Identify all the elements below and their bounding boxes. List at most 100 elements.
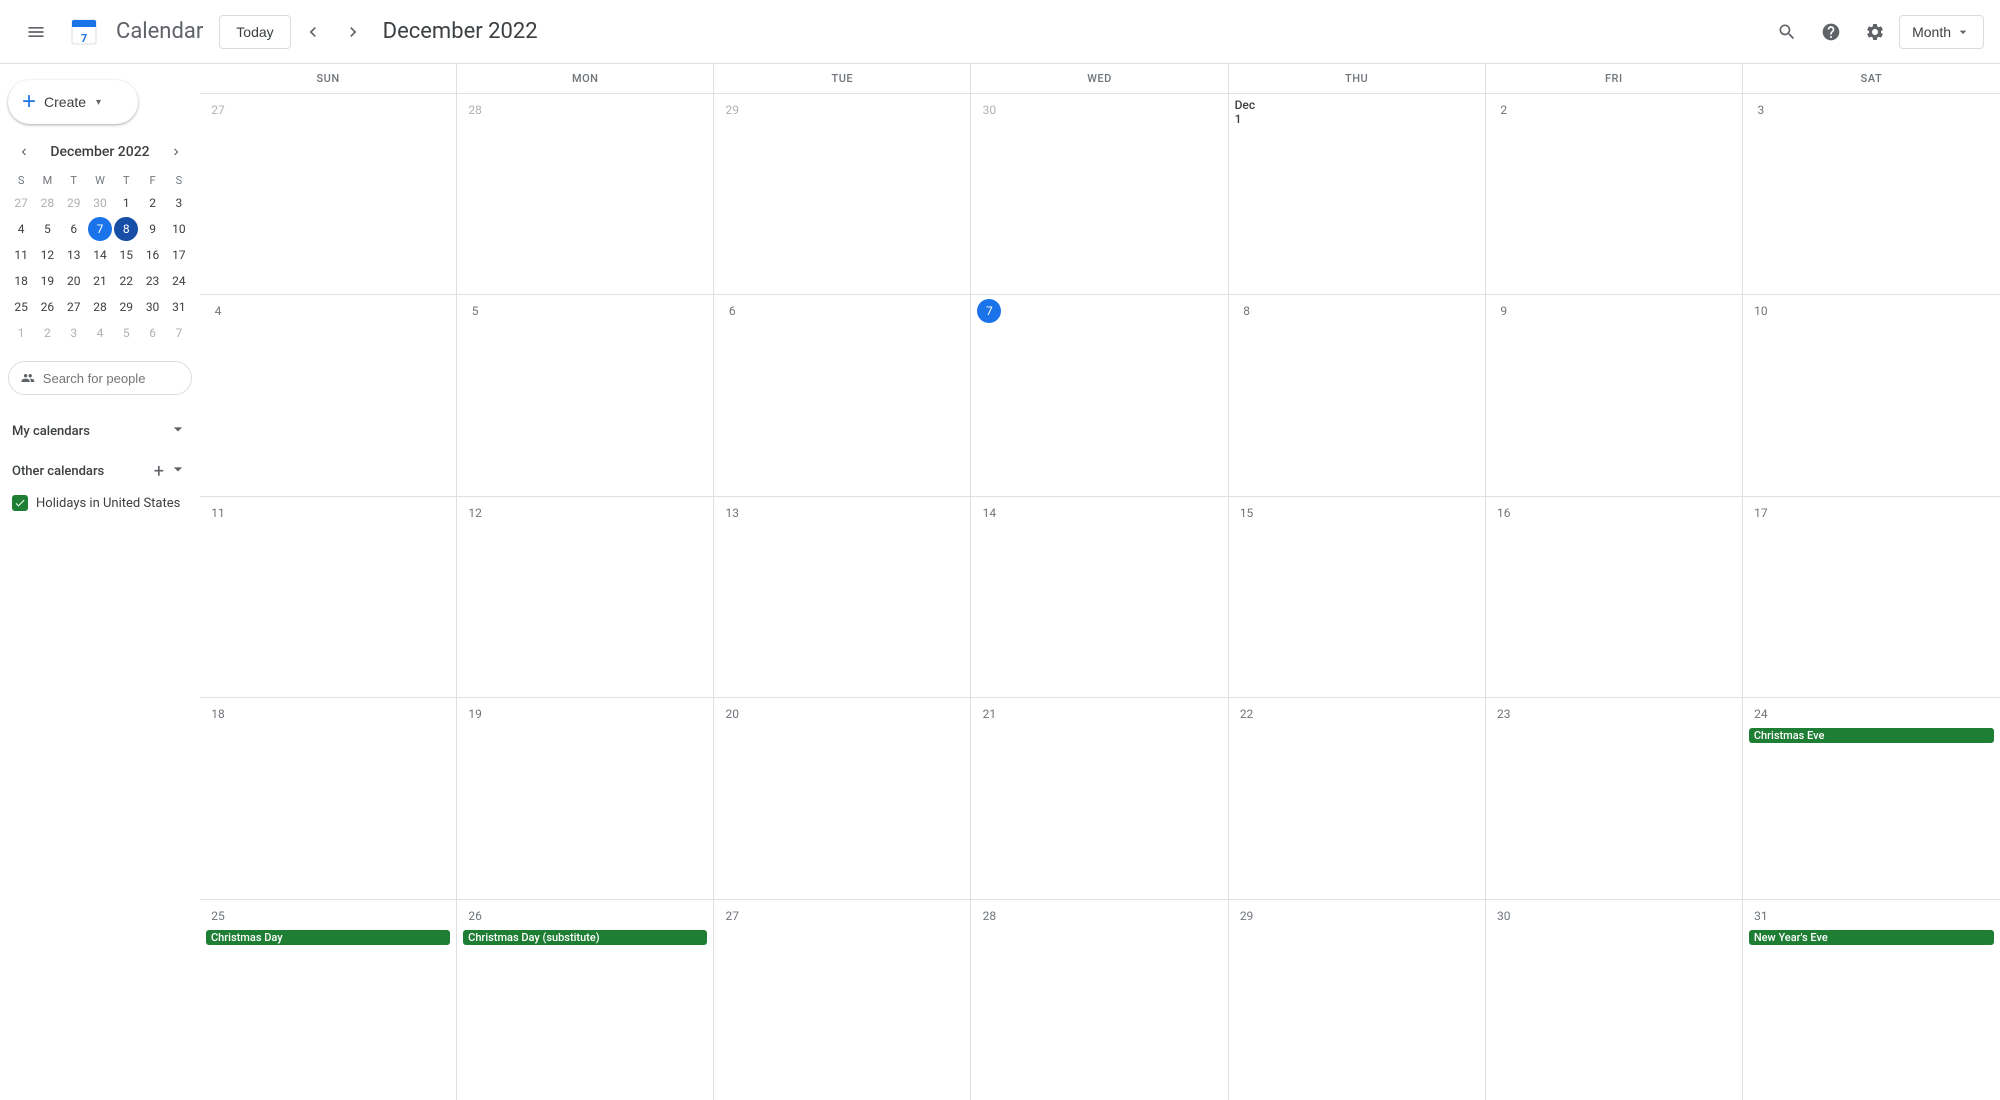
cal-day-11[interactable]: 11 — [200, 497, 457, 697]
cal-day-nov27[interactable]: 27 — [200, 94, 457, 294]
cal-day-6[interactable]: 6 — [714, 295, 971, 495]
cal-day-13[interactable]: 13 — [714, 497, 971, 697]
cal-day-12[interactable]: 12 — [457, 497, 714, 697]
cal-day-15[interactable]: 15 — [1229, 497, 1486, 697]
mini-cal-day[interactable]: 20 — [62, 269, 86, 293]
add-other-calendar-icon[interactable]: + — [154, 461, 164, 482]
mini-cal-day[interactable]: 5 — [35, 217, 59, 241]
mini-cal-day[interactable]: 28 — [88, 295, 112, 319]
mini-cal-day[interactable]: 27 — [9, 191, 33, 215]
mini-cal-day[interactable]: 9 — [141, 217, 165, 241]
cal-day-16[interactable]: 16 — [1486, 497, 1743, 697]
topbar-left: 7 Calendar — [16, 12, 203, 52]
cal-day-25[interactable]: 25 Christmas Day — [200, 900, 457, 1100]
mini-cal-day[interactable]: 25 — [9, 295, 33, 319]
mini-cal-day[interactable]: 1 — [9, 321, 33, 345]
cal-day-nov28[interactable]: 28 — [457, 94, 714, 294]
mini-cal-day[interactable]: 30 — [88, 191, 112, 215]
cal-day-7-today[interactable]: 7 — [971, 295, 1228, 495]
my-calendars-section[interactable]: My calendars — [8, 411, 192, 451]
mini-cal-day[interactable]: 30 — [141, 295, 165, 319]
people-search-input[interactable] — [43, 371, 179, 386]
cal-day-22[interactable]: 22 — [1229, 698, 1486, 898]
cal-day-30[interactable]: 30 — [1486, 900, 1743, 1100]
next-month-button[interactable] — [335, 14, 371, 50]
cal-day-5[interactable]: 5 — [457, 295, 714, 495]
mini-cal-day[interactable]: 5 — [114, 321, 138, 345]
cal-day-28[interactable]: 28 — [971, 900, 1228, 1100]
cal-day-4[interactable]: 4 — [200, 295, 457, 495]
cal-day-23[interactable]: 23 — [1486, 698, 1743, 898]
mini-cal-day[interactable]: 1 — [114, 191, 138, 215]
mini-cal-day[interactable]: 24 — [167, 269, 191, 293]
view-mode-dropdown[interactable]: Month — [1899, 15, 1984, 49]
christmas-day-event[interactable]: Christmas Day — [206, 930, 450, 945]
mini-cal-day[interactable]: 2 — [141, 191, 165, 215]
people-search[interactable] — [8, 361, 192, 395]
help-button[interactable] — [1811, 12, 1851, 52]
mini-cal-day[interactable]: 3 — [167, 191, 191, 215]
mini-cal-day[interactable]: 17 — [167, 243, 191, 267]
today-button[interactable]: Today — [219, 15, 290, 49]
mini-cal-day[interactable]: 2 — [35, 321, 59, 345]
cal-day-dec3[interactable]: 3 — [1743, 94, 2000, 294]
mini-cal-day[interactable]: 6 — [62, 217, 86, 241]
menu-button[interactable] — [16, 12, 56, 52]
cal-day-nov30[interactable]: 30 — [971, 94, 1228, 294]
cal-day-26[interactable]: 26 Christmas Day (substitute) — [457, 900, 714, 1100]
settings-button[interactable] — [1855, 12, 1895, 52]
mini-cal-day[interactable]: 13 — [62, 243, 86, 267]
mini-cal-day[interactable]: 18 — [9, 269, 33, 293]
christmas-eve-event[interactable]: Christmas Eve — [1749, 728, 1994, 743]
mini-cal-day[interactable]: 4 — [88, 321, 112, 345]
mini-cal-day[interactable]: 27 — [62, 295, 86, 319]
mini-cal-day[interactable]: 14 — [88, 243, 112, 267]
cal-day-29[interactable]: 29 — [1229, 900, 1486, 1100]
cal-day-17[interactable]: 17 — [1743, 497, 2000, 697]
cal-day-8[interactable]: 8 — [1229, 295, 1486, 495]
cal-day-dec2[interactable]: 2 — [1486, 94, 1743, 294]
mini-cal-day[interactable]: 4 — [9, 217, 33, 241]
mini-cal-day[interactable]: 22 — [114, 269, 138, 293]
mini-cal-today[interactable]: 7 — [88, 217, 112, 241]
mini-cal-day[interactable]: 19 — [35, 269, 59, 293]
mini-cal-day[interactable]: 11 — [9, 243, 33, 267]
mini-cal-day[interactable]: 3 — [62, 321, 86, 345]
search-button[interactable] — [1767, 12, 1807, 52]
cal-day-10[interactable]: 10 — [1743, 295, 2000, 495]
mini-cal-day[interactable]: 31 — [167, 295, 191, 319]
cal-day-21[interactable]: 21 — [971, 698, 1228, 898]
cal-day-27[interactable]: 27 — [714, 900, 971, 1100]
cal-day-9[interactable]: 9 — [1486, 295, 1743, 495]
mini-cal-day[interactable]: 7 — [167, 321, 191, 345]
mini-cal-prev[interactable]: ‹ — [12, 140, 36, 164]
cal-day-31[interactable]: 31 New Year's Eve — [1743, 900, 2000, 1100]
mini-cal-day[interactable]: 12 — [35, 243, 59, 267]
other-calendars-section[interactable]: Other calendars + — [8, 451, 192, 491]
mini-cal-day[interactable]: 16 — [141, 243, 165, 267]
mini-cal-day[interactable]: 28 — [35, 191, 59, 215]
mini-cal-day[interactable]: 10 — [167, 217, 191, 241]
mini-cal-selected[interactable]: 8 — [114, 217, 138, 241]
create-button[interactable]: + Create ▾ — [8, 80, 138, 124]
cal-day-nov29[interactable]: 29 — [714, 94, 971, 294]
mini-cal-day[interactable]: 6 — [141, 321, 165, 345]
cal-day-dec1[interactable]: Dec 1 — [1229, 94, 1486, 294]
mini-cal-day[interactable]: 29 — [62, 191, 86, 215]
mini-cal-day[interactable]: 26 — [35, 295, 59, 319]
christmas-day-substitute-event[interactable]: Christmas Day (substitute) — [463, 930, 707, 945]
holidays-calendar-item[interactable]: Holidays in United States — [8, 491, 192, 515]
prev-month-button[interactable] — [295, 14, 331, 50]
mini-cal-day[interactable]: 21 — [88, 269, 112, 293]
cal-day-24[interactable]: 24 Christmas Eve — [1743, 698, 2000, 898]
mini-cal-day[interactable]: 15 — [114, 243, 138, 267]
cal-day-14[interactable]: 14 — [971, 497, 1228, 697]
mini-cal-next[interactable]: › — [164, 140, 188, 164]
cal-day-20[interactable]: 20 — [714, 698, 971, 898]
cal-day-18[interactable]: 18 — [200, 698, 457, 898]
cal-day-19[interactable]: 19 — [457, 698, 714, 898]
mini-cal-day[interactable]: 29 — [114, 295, 138, 319]
day-number: 12 — [463, 501, 487, 525]
new-years-eve-event[interactable]: New Year's Eve — [1749, 930, 1994, 945]
mini-cal-day[interactable]: 23 — [141, 269, 165, 293]
